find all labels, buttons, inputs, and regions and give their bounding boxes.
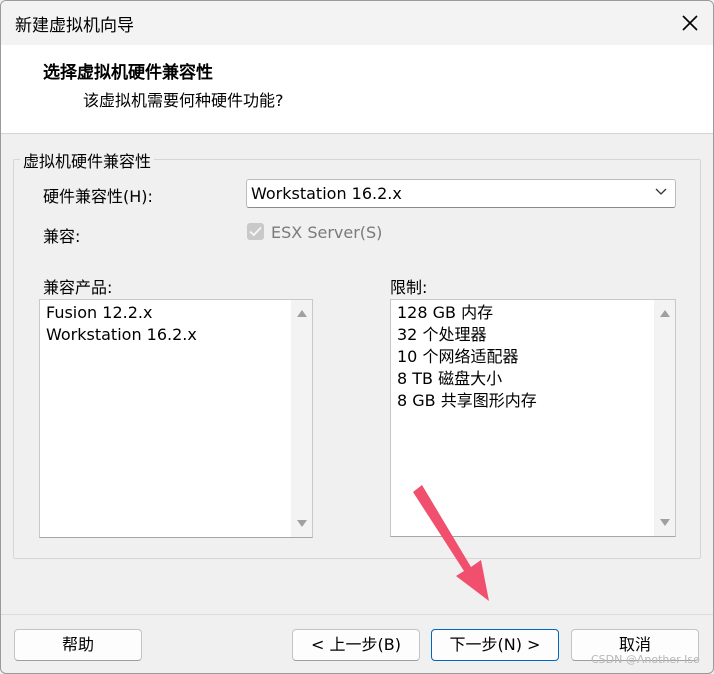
- page-subtitle: 该虚拟机需要何种硬件功能?: [83, 91, 284, 110]
- back-button[interactable]: < 上一步(B): [292, 629, 420, 661]
- esx-checkbox[interactable]: [247, 223, 264, 240]
- products-label: 兼容产品:: [43, 278, 113, 297]
- limits-scrollbar[interactable]: [654, 300, 675, 536]
- check-icon: [249, 226, 262, 237]
- hw-compat-select[interactable]: Workstation 16.2.x: [246, 179, 676, 208]
- list-item: Workstation 16.2.x: [46, 325, 197, 344]
- list-item: 8 GB 共享图形内存: [397, 391, 537, 410]
- footer-separator: [1, 614, 713, 615]
- scroll-down-icon[interactable]: [296, 519, 308, 529]
- list-item: 8 TB 磁盘大小: [397, 369, 503, 388]
- list-item: Fusion 12.2.x: [46, 303, 153, 322]
- list-item: 128 GB 内存: [397, 303, 494, 322]
- chevron-down-icon: [655, 188, 667, 195]
- hw-compat-label: 硬件兼容性(H):: [43, 187, 153, 206]
- title-bar: 新建虚拟机向导: [1, 1, 713, 45]
- wizard-window: 新建虚拟机向导 选择虚拟机硬件兼容性 该虚拟机需要何种硬件功能? 虚拟机硬件兼容…: [0, 0, 714, 674]
- page-title: 选择虚拟机硬件兼容性: [43, 63, 213, 83]
- group-legend: 虚拟机硬件兼容性: [20, 148, 155, 172]
- list-item: 32 个处理器: [397, 325, 487, 344]
- limits-label: 限制:: [390, 278, 428, 297]
- limits-items: 128 GB 内存 32 个处理器 10 个网络适配器 8 TB 磁盘大小 8 …: [397, 302, 537, 412]
- products-scrollbar[interactable]: [291, 300, 312, 537]
- products-items: Fusion 12.2.x Workstation 16.2.x: [46, 302, 197, 346]
- scroll-down-icon[interactable]: [659, 518, 671, 528]
- limits-list[interactable]: 128 GB 内存 32 个处理器 10 个网络适配器 8 TB 磁盘大小 8 …: [390, 299, 676, 537]
- next-button[interactable]: 下一步(N) >: [431, 629, 559, 661]
- close-icon: [682, 15, 698, 31]
- wizard-header: 选择虚拟机硬件兼容性 该虚拟机需要何种硬件功能?: [1, 45, 713, 134]
- help-button[interactable]: 帮助: [14, 629, 142, 661]
- watermark: CSDN @Another Iso: [591, 653, 700, 666]
- compat-label: 兼容:: [43, 227, 81, 246]
- products-list[interactable]: Fusion 12.2.x Workstation 16.2.x: [39, 299, 313, 538]
- window-title: 新建虚拟机向导: [15, 16, 134, 36]
- scroll-up-icon[interactable]: [296, 308, 308, 318]
- list-item: 10 个网络适配器: [397, 347, 519, 366]
- hw-compat-value: Workstation 16.2.x: [251, 184, 402, 203]
- close-button[interactable]: [667, 1, 713, 45]
- esx-label: ESX Server(S): [271, 223, 383, 242]
- scroll-up-icon[interactable]: [659, 308, 671, 318]
